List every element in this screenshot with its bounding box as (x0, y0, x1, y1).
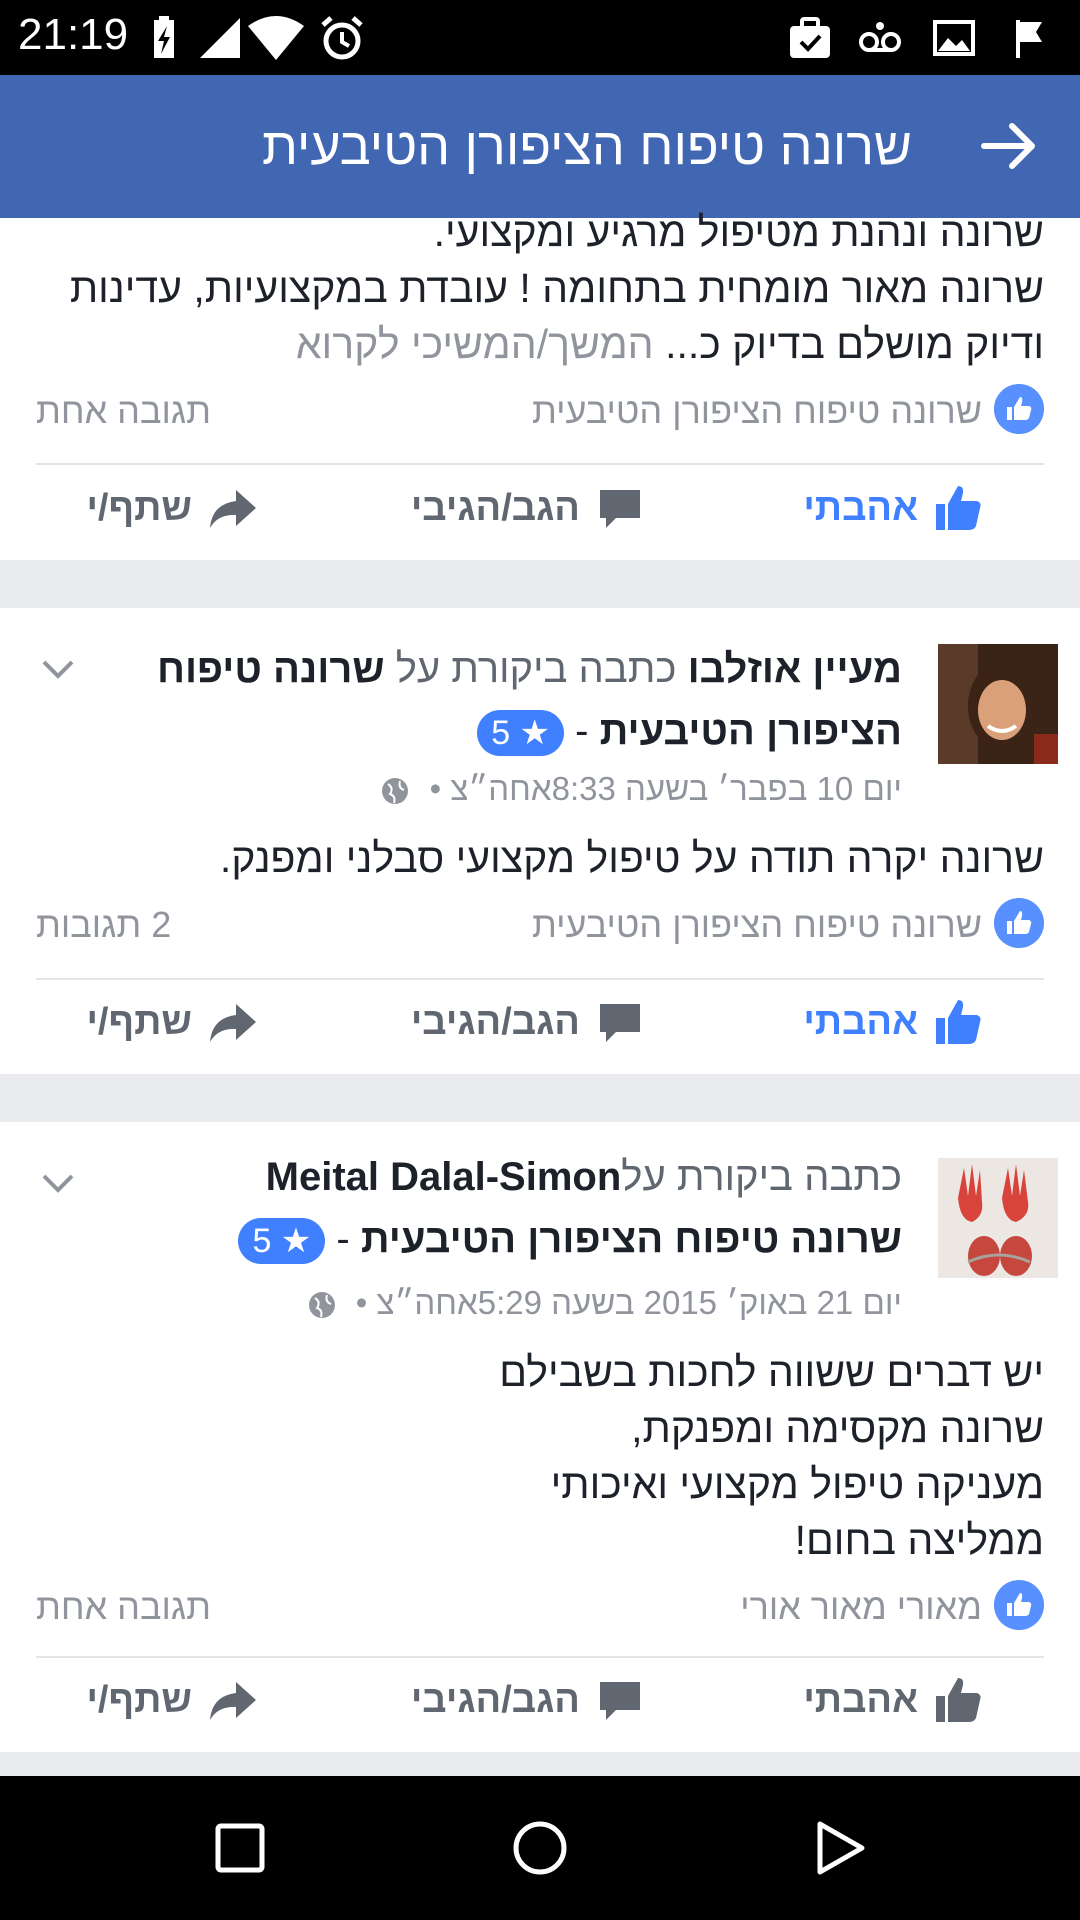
review-dash: - (575, 709, 589, 753)
share-button[interactable]: שתף/י (86, 992, 258, 1052)
rating-badge: 5 ★ (477, 710, 565, 757)
share-icon (210, 1004, 256, 1042)
like-badge-icon (994, 1580, 1044, 1630)
review-body: שרונה יקרה תודה על טיפול מקצועי סבלני ומ… (219, 835, 1044, 881)
comment-button[interactable]: הגב/הגיבי (411, 1670, 646, 1730)
review-body-line: שרונה מקסימה ומפנקת, (631, 1405, 1044, 1451)
page-header: שרונה טיפוח הציפורן הטיבעית (0, 75, 1080, 218)
like-badge-icon (994, 384, 1044, 434)
home-icon[interactable] (512, 1820, 568, 1876)
recent-apps-icon[interactable] (214, 1822, 266, 1874)
avatar[interactable] (938, 644, 1058, 764)
system-nav-bar (0, 1776, 1080, 1920)
comments-count[interactable]: תגובה אחת (36, 1586, 211, 1628)
comment-label: הגב/הגיבי (410, 486, 580, 529)
status-time: 21:19 (18, 10, 129, 59)
likes-summary[interactable]: מאורי מאור אורי (740, 1586, 982, 1628)
review-body-line: יש דברים ששווה לחכות בשבילם (499, 1349, 1044, 1395)
review-author[interactable]: Meital Dalal-Simon (266, 1155, 622, 1199)
review-header: מעיין אוזלבו כתבה ביקורת על שרונה טיפוח … (142, 638, 902, 762)
rating-badge: 5 ★ (238, 1218, 326, 1265)
review-body-line: מעניקה טיפול מקצועי ואיכותי (550, 1461, 1044, 1507)
post-text-line: שרונה מאור מומחית בתחומה ! עובדת במקצועי… (69, 265, 1044, 311)
review-header: כתבה ביקורת עלMeital Dalal-Simon שרונה ט… (142, 1146, 902, 1270)
like-button[interactable]: אהבתי (803, 992, 984, 1052)
share-button[interactable]: שתף/י (86, 1670, 258, 1730)
reactions-row: מאורי מאור אורי תגובה אחת (36, 1580, 1044, 1632)
cell-signal-icon (200, 18, 240, 58)
reactions-row: שרונה טיפוח הציפורן הטיבעית 2 תגובות (36, 898, 1044, 950)
thumbs-up-icon (936, 1678, 981, 1722)
globe-icon (308, 1292, 335, 1319)
avatar-photo (938, 644, 1058, 764)
share-icon (210, 1682, 256, 1720)
alarm-icon (321, 16, 363, 60)
post-timestamp[interactable]: יום 10 בפבר׳ בשעה 8:33אחה״צ • (430, 770, 902, 807)
comment-icon (600, 490, 640, 528)
comment-label: הגב/הגיבי (410, 1678, 580, 1721)
post-card: שרונה ונהנת מטיפול מרגיע ומקצועי. שרונה … (0, 209, 1080, 560)
review-author[interactable]: מעיין אוזלבו (688, 647, 902, 691)
divider (36, 463, 1044, 465)
post-text-line: ודיוק מושלם בדיוק כ... (665, 321, 1044, 367)
like-button[interactable]: אהבתי (803, 1670, 984, 1730)
chevron-down-icon[interactable] (40, 1172, 76, 1196)
back-arrow-icon[interactable] (978, 115, 1040, 177)
comment-icon (600, 1004, 640, 1042)
post-text-line: ודיוק מושלם בדיוק כ... המשך/המשיכי לקרוא (36, 316, 1044, 372)
like-badge-icon (994, 898, 1044, 948)
post-text-line: שרונה ונהנת מטיפול מרגיע ומקצועי. (433, 209, 1044, 255)
thumbs-up-icon (936, 1000, 981, 1044)
voicemail-icon (859, 22, 901, 52)
read-more-link[interactable]: המשך/המשיכי לקרוא (296, 321, 654, 367)
like-label: אהבתי (803, 486, 918, 529)
like-label: אהבתי (803, 1678, 918, 1721)
thumbs-up-icon (936, 486, 981, 530)
likes-summary[interactable]: שרונה טיפוח הציפורן הטיבעית (532, 904, 982, 946)
like-button[interactable]: אהבתי (803, 478, 984, 538)
share-label: שתף/י (86, 486, 192, 529)
briefcase-check-icon (790, 17, 830, 58)
comment-icon (600, 1682, 640, 1720)
avatar-photo (938, 1158, 1058, 1278)
share-label: שתף/י (86, 1000, 192, 1043)
review-dash: - (336, 1217, 350, 1261)
like-label: אהבתי (803, 1000, 918, 1043)
post-meta: יום 10 בפבר׳ בשעה 8:33אחה״צ • (380, 770, 902, 808)
post-timestamp[interactable]: יום 21 באוק׳ 2015 בשעה 5:29אחה״צ • (356, 1284, 902, 1321)
comment-label: הגב/הגיבי (410, 1000, 580, 1043)
comments-count[interactable]: תגובה אחת (36, 390, 211, 432)
page-title: שרונה טיפוח הציפורן הטיבעית (262, 118, 912, 176)
likes-summary[interactable]: שרונה טיפוח הציפורן הטיבעית (532, 390, 982, 432)
review-page-name[interactable]: שרונה טיפוח הציפורן הטיבעית (361, 1217, 902, 1261)
comment-button[interactable]: הגב/הגיבי (411, 992, 646, 1052)
avatar[interactable] (938, 1158, 1058, 1278)
wifi-icon (248, 16, 304, 60)
review-card: כתבה ביקורת עלMeital Dalal-Simon שרונה ט… (0, 1122, 1080, 1752)
back-triangle-icon[interactable] (812, 1820, 868, 1876)
review-body-line: ממליצה בחום! (794, 1517, 1044, 1563)
share-icon (210, 490, 256, 528)
share-label: שתף/י (86, 1678, 192, 1721)
battery-charging-icon (154, 16, 174, 58)
review-verb: כתבה ביקורת על (395, 647, 677, 691)
status-bar: 21:19 (0, 0, 1080, 75)
post-meta: יום 21 באוק׳ 2015 בשעה 5:29אחה״צ • (307, 1284, 902, 1322)
share-button[interactable]: שתף/י (86, 478, 258, 538)
chevron-down-icon[interactable] (40, 658, 76, 682)
flag-icon (1016, 20, 1042, 58)
image-icon (933, 20, 975, 56)
reactions-row: שרונה טיפוח הציפורן הטיבעית תגובה אחת (36, 384, 1044, 436)
review-card: מעיין אוזלבו כתבה ביקורת על שרונה טיפוח … (0, 608, 1080, 1074)
divider (36, 978, 1044, 980)
divider (36, 1656, 1044, 1658)
globe-icon (382, 778, 409, 805)
comments-count[interactable]: 2 תגובות (36, 904, 171, 946)
review-verb: כתבה ביקורת על (621, 1155, 902, 1199)
comment-button[interactable]: הגב/הגיבי (411, 478, 646, 538)
